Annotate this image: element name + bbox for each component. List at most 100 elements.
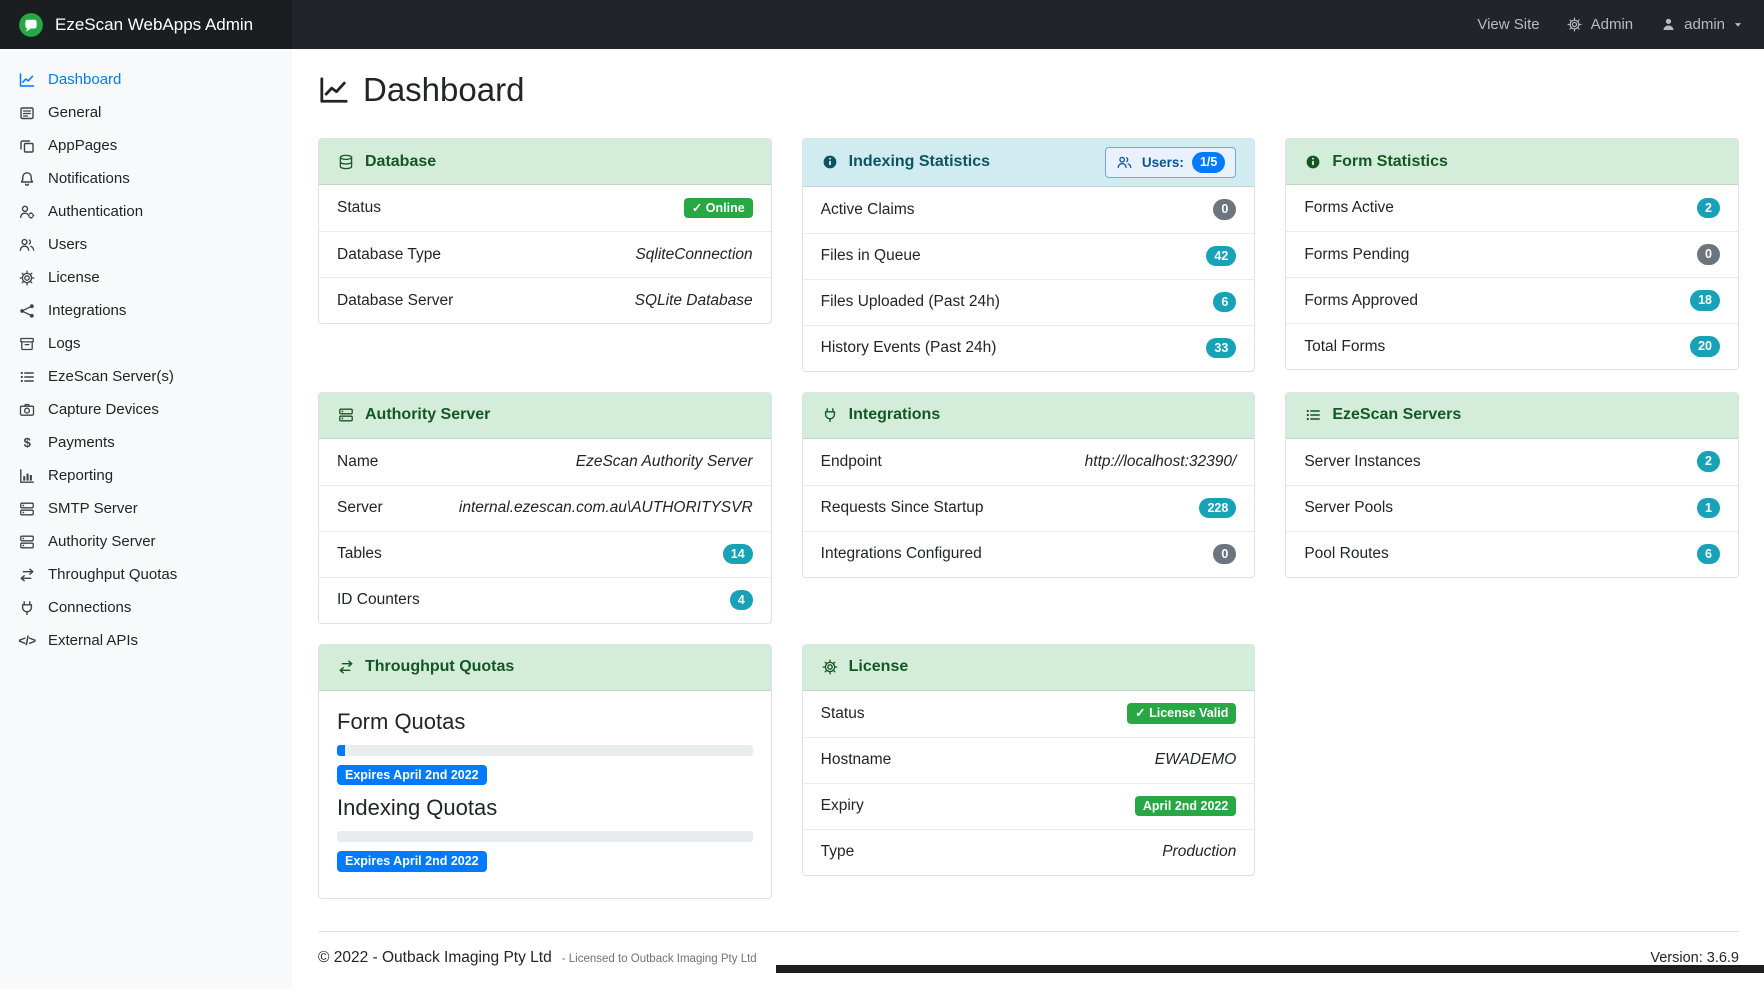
card-header: Throughput Quotas <box>319 645 771 691</box>
info-icon <box>821 154 839 170</box>
stat-row-forms-approved: Forms Approved 18 <box>1286 277 1738 323</box>
stat-row-status: Status✓ License Valid <box>803 691 1255 737</box>
brand[interactable]: EzeScan WebApps Admin <box>0 0 292 49</box>
gear-icon <box>18 270 36 286</box>
stat-value: SQLite Database <box>635 292 753 310</box>
view-site-link[interactable]: View Site <box>1477 16 1539 33</box>
sidebar-item-authority-server[interactable]: Authority Server <box>0 525 292 558</box>
stat-row-server: Serverinternal.ezescan.com.au\AUTHORITYS… <box>319 485 771 531</box>
sidebar-item-throughput-quotas[interactable]: Throughput Quotas <box>0 558 292 591</box>
stat-label: Files in Queue <box>821 247 921 265</box>
chart-line-icon <box>18 72 36 88</box>
copy-icon <box>18 138 36 154</box>
stat-badge: April 2nd 2022 <box>1135 796 1236 817</box>
sidebar-item-users[interactable]: Users <box>0 228 292 261</box>
sidebar-item-label: Users <box>48 236 87 253</box>
stat-row-status: Status✓ Online <box>319 185 771 231</box>
sidebar-item-label: External APIs <box>48 632 138 649</box>
stat-row-id-counters: ID Counters4 <box>319 577 771 623</box>
share-icon <box>18 303 36 319</box>
stat-label: ID Counters <box>337 591 420 609</box>
quota-expiry-badge: Expires April 2nd 2022 <box>337 851 487 872</box>
navbar-right: View Site Admin admin <box>1477 16 1764 33</box>
stat-label: History Events (Past 24h) <box>821 339 997 357</box>
users-quota-button[interactable]: Users:1/5 <box>1105 147 1236 178</box>
stat-label: Tables <box>337 545 382 563</box>
sidebar-item-logs[interactable]: Logs <box>0 327 292 360</box>
stat-badge: 2 <box>1697 451 1720 472</box>
stat-label: Forms Pending <box>1304 246 1409 264</box>
chart-bar-icon <box>18 468 36 484</box>
card-title: Form Statistics <box>1332 153 1448 171</box>
card-title: EzeScan Servers <box>1332 406 1461 424</box>
stat-label: Expiry <box>821 797 864 815</box>
gear-icon <box>1566 17 1584 32</box>
card-title: License <box>849 658 909 676</box>
sidebar-item-license[interactable]: License <box>0 261 292 294</box>
stat-badge: 2 <box>1697 198 1720 219</box>
card-header: Authority Server <box>319 393 771 439</box>
stat-label: Status <box>821 705 865 723</box>
sidebar-item-apppages[interactable]: AppPages <box>0 129 292 162</box>
sidebar-item-label: Integrations <box>48 302 126 319</box>
box-icon <box>18 336 36 352</box>
stat-row-database-type: Database Type SqliteConnection <box>319 231 771 277</box>
ezescan-logo-icon <box>18 12 44 38</box>
sidebar-item-connections[interactable]: Connections <box>0 591 292 624</box>
user-menu[interactable]: admin <box>1659 16 1744 33</box>
sidebar-item-label: General <box>48 104 101 121</box>
stat-value: internal.ezescan.com.au\AUTHORITYSVR <box>459 499 753 517</box>
card-indexing-statistics: Indexing StatisticsUsers:1/5Active Claim… <box>802 138 1256 372</box>
admin-menu[interactable]: Admin <box>1566 16 1634 33</box>
stat-badge: 18 <box>1690 290 1720 311</box>
users-icon <box>18 237 36 253</box>
card-header: EzeScan Servers <box>1286 393 1738 439</box>
sidebar-item-general[interactable]: General <box>0 96 292 129</box>
quota-heading: Form Quotas <box>337 709 753 735</box>
card-header: Integrations <box>803 393 1255 439</box>
quota-progress-bar <box>337 745 753 756</box>
card-database: DatabaseStatus✓ OnlineDatabase TypeSqlit… <box>318 138 772 324</box>
sidebar-item-label: Dashboard <box>48 71 121 88</box>
plug-icon <box>18 600 36 616</box>
sidebar-item-authentication[interactable]: Authentication <box>0 195 292 228</box>
stat-label: Database Type <box>337 246 441 264</box>
stat-badge: 228 <box>1199 498 1236 519</box>
stat-badge: 0 <box>1697 244 1720 265</box>
stat-value: SqliteConnection <box>635 246 752 264</box>
sidebar-item-smtp-server[interactable]: SMTP Server <box>0 492 292 525</box>
users-count-badge: 1/5 <box>1192 152 1225 173</box>
stat-label: Active Claims <box>821 201 915 219</box>
stat-row-database-server: Database ServerSQLite Database <box>319 277 771 323</box>
stat-row-expiry: Expiry April 2nd 2022 <box>803 783 1255 829</box>
sidebar-item-reporting[interactable]: Reporting <box>0 459 292 492</box>
sidebar-item-label: Capture Devices <box>48 401 159 418</box>
users-icon <box>1116 155 1134 170</box>
list-icon <box>18 369 36 385</box>
stat-label: Forms Approved <box>1304 292 1418 310</box>
quota-body: Form QuotasExpires April 2nd 2022Indexin… <box>319 691 771 898</box>
stat-value: Production <box>1162 843 1236 861</box>
stat-row-name: NameEzeScan Authority Server <box>319 439 771 485</box>
sidebar-item-label: Connections <box>48 599 131 616</box>
card-authority-server: Authority ServerNameEzeScan Authority Se… <box>318 392 772 624</box>
sidebar-item-capture-devices[interactable]: Capture Devices <box>0 393 292 426</box>
version-text: Version: 3.6.9 <box>1650 950 1739 966</box>
sidebar-item-dashboard[interactable]: Dashboard <box>0 63 292 96</box>
sidebar-item-integrations[interactable]: Integrations <box>0 294 292 327</box>
quota-progress-bar <box>337 831 753 842</box>
server-icon <box>18 534 36 550</box>
brand-title: EzeScan WebApps Admin <box>55 15 253 35</box>
sidebar-item-label: Notifications <box>48 170 130 187</box>
sidebar-item-label: Throughput Quotas <box>48 566 177 583</box>
card-license: LicenseStatus✓ License ValidHostnameEWAD… <box>802 644 1256 876</box>
sidebar-item-payments[interactable]: $Payments <box>0 426 292 459</box>
sidebar-item-label: SMTP Server <box>48 500 138 517</box>
stat-label: Requests Since Startup <box>821 499 984 517</box>
sidebar-item-external-apis[interactable]: </>External APIs <box>0 624 292 657</box>
sidebar-item-notifications[interactable]: Notifications <box>0 162 292 195</box>
sidebar-item-ezescan-server-s[interactable]: EzeScan Server(s) <box>0 360 292 393</box>
stat-row-active-claims: Active Claims0 <box>803 187 1255 233</box>
stat-row-type: TypeProduction <box>803 829 1255 875</box>
stat-row-files-in-queue: Files in Queue42 <box>803 233 1255 279</box>
